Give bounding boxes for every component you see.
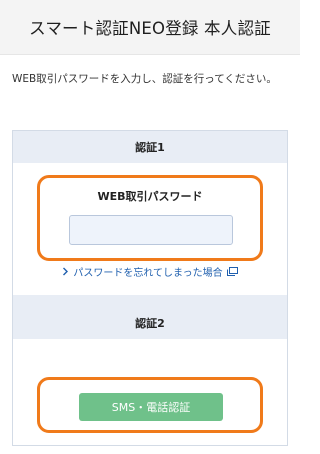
forgot-password-label: パスワードを忘れてしまった場合 (73, 268, 223, 279)
password-input[interactable] (69, 215, 233, 245)
section-header-auth2: 認証2 (13, 307, 287, 339)
section-divider (13, 295, 287, 307)
sms-phone-auth-button[interactable]: SMS・電話認証 (79, 393, 223, 421)
page-title: スマート認証NEO登録 本人認証 (29, 19, 271, 38)
section-header-auth1: 認証1 (13, 131, 287, 163)
auth-card: 認証1 WEB取引パスワード パスワードを忘れてしまった場合 認証2 SMS・電… (12, 130, 288, 446)
forgot-password-link[interactable]: パスワードを忘れてしまった場合 (13, 264, 287, 279)
chevron-right-icon (62, 267, 69, 276)
external-window-icon (226, 267, 238, 276)
instruction-text: WEB取引パスワードを入力し、認証を行ってください。 (12, 73, 277, 85)
password-label: WEB取引パスワード (97, 190, 203, 203)
app-header: スマート認証NEO登録 本人認証 (0, 0, 300, 55)
